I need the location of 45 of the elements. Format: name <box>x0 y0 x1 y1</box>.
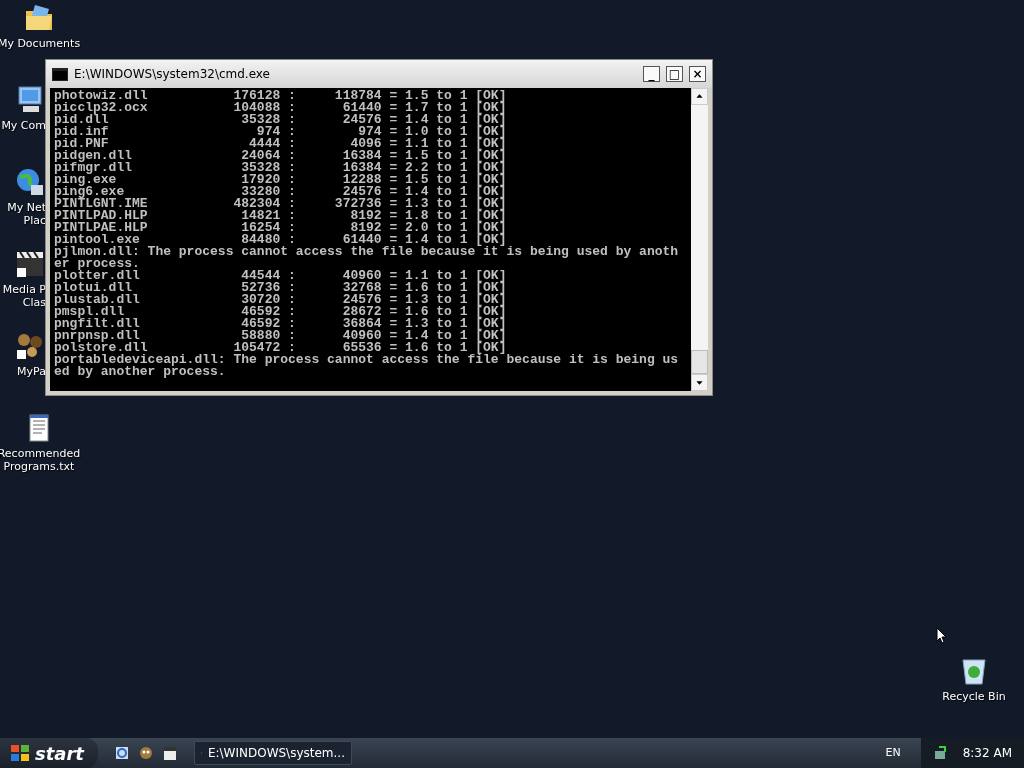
console-line: polstore.dll 105472 : 65536 = 1.6 to 1 [OK] <box>54 342 507 354</box>
windows-logo-icon <box>10 744 30 762</box>
globe-icon[interactable] <box>14 166 46 198</box>
desktop-icon-label[interactable]: My Com <box>1 119 46 132</box>
console-line: plotui.dll 52736 : 32768 = 1.6 to 1 [OK] <box>54 282 508 294</box>
console-line: ping.exe 17920 : 12288 = 1.5 to 1 [OK] <box>54 174 508 186</box>
console-line: photowiz.dll 176128 : 118784 = 1.5 to 1 [OK] <box>54 90 508 102</box>
console-line: pmspl.dll 46592 : 28672 = 1.6 to 1 [OK] <box>54 306 508 318</box>
console-line: pintool.exe 84480 : 61440 = 1.4 to 1 [OK] <box>54 234 507 246</box>
console-line: portabledeviceapi.dll: The process cannot access the file because it is being us <box>54 354 680 366</box>
start-button[interactable]: start <box>0 738 98 768</box>
console-line: pjlmon.dll: The process cannot access the file because it is being used by anoth <box>54 246 680 258</box>
game-icon[interactable] <box>138 745 154 761</box>
window-title: E:\WINDOWS\system32\cmd.exe <box>74 66 271 83</box>
scrollbar-thumb[interactable] <box>691 350 708 374</box>
desktop-icon-label[interactable]: My Net Plac <box>7 201 46 227</box>
clapperboard-icon[interactable] <box>162 745 178 761</box>
taskbar-button[interactable]: E:\WINDOWS\system... <box>194 741 352 765</box>
scrollbar[interactable] <box>691 88 708 391</box>
console-line: pid.inf 974 : 974 = 1.0 to 1 [OK] <box>54 126 508 138</box>
desktop-icon-label[interactable]: Recycle Bin <box>942 690 1006 703</box>
console-line: pifmgr.dll 35328 : 16384 = 2.2 to 1 [OK] <box>54 162 508 174</box>
console-line: pid.dll 35328 : 24576 = 1.4 to 1 [OK] <box>54 114 508 126</box>
console-line: picclp32.ocx 104088 : 61440 = 1.7 to 1 [OK] <box>54 102 508 114</box>
language-indicator[interactable]: EN <box>873 744 913 762</box>
console-line: ping6.exe 33280 : 24576 = 1.4 to 1 [OK] <box>54 186 508 198</box>
desktop-icon-label[interactable]: MyPa <box>17 365 46 378</box>
mouse-cursor-icon <box>936 627 947 644</box>
maximize-button[interactable]: □ <box>666 66 683 82</box>
console-line: PINTLGNT.IME 482304 : 372736 = 1.3 to 1 [OK] <box>54 198 508 210</box>
network-tray-icon[interactable] <box>932 745 949 761</box>
desktop-icon-label[interactable]: Media P Clas <box>2 283 46 309</box>
console-line: plotter.dll 44544 : 40960 = 1.1 to 1 [OK] <box>54 270 508 282</box>
console-line: PINTLPAD.HLP 14821 : 8192 = 1.8 to 1 [OK] <box>54 210 508 222</box>
console-line: PINTLPAE.HLP 16254 : 8192 = 2.0 to 1 [OK] <box>54 222 508 234</box>
console-line: plustab.dll 30720 : 24576 = 1.3 to 1 [OK] <box>54 294 508 306</box>
console-line: pnrpnsp.dll 58880 : 40960 = 1.4 to 1 [OK] <box>54 330 508 342</box>
console-line: pidgen.dll 24064 : 16384 = 1.5 to 1 [OK] <box>54 150 508 162</box>
console-line: ed by another process. <box>54 366 227 378</box>
browser-icon[interactable] <box>114 745 130 761</box>
minimize-button[interactable]: _ <box>643 66 660 82</box>
console-line: pid.PNF 4444 : 4096 = 1.1 to 1 [OK] <box>54 138 508 150</box>
console-line: pngfilt.dll 46592 : 36864 = 1.3 to 1 [OK] <box>54 318 508 330</box>
console-line: er process. <box>54 258 141 270</box>
close-button[interactable]: × <box>689 66 706 82</box>
